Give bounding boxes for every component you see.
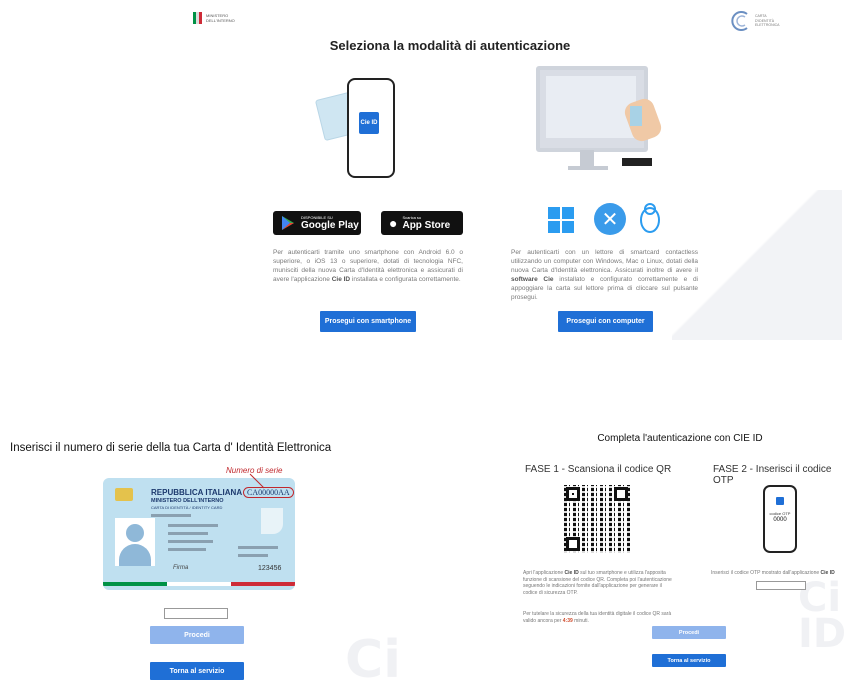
watermark-ci-left: Ci bbox=[345, 630, 401, 690]
validity-timer: 4:39 bbox=[562, 617, 573, 624]
otp-text-part1: Inserisci il codice OTP mostrato dall'ap… bbox=[711, 570, 821, 576]
ministry-logo: MINISTERO DELL'INTERNO bbox=[193, 12, 235, 24]
watermark-ci-right: Ci ID bbox=[798, 575, 847, 657]
otp-instructions: Inserisci il codice OTP mostrato dall'ap… bbox=[711, 570, 851, 577]
apple-icon: ● bbox=[389, 215, 398, 231]
card-line2: MINISTERO DELL'INTERNO bbox=[151, 498, 224, 504]
smartphone-desc-part2: installata e configurata correttamente. bbox=[350, 276, 461, 283]
qr-instructions: Apri l'applicazione Cie ID sul tuo smart… bbox=[523, 570, 673, 596]
smartphone-desc-bold: Cie ID bbox=[331, 276, 351, 283]
google-play-badge[interactable]: DISPONIBILE SU Google Play bbox=[273, 211, 361, 235]
id-card-image: REPUBBLICA ITALIANA CA00000AA MINISTERO … bbox=[103, 478, 295, 590]
phase1-title: FASE 1 - Scansiona il codice QR bbox=[525, 464, 672, 475]
computer-desc-bold: software Cie bbox=[511, 276, 554, 283]
card-photo bbox=[115, 518, 155, 566]
otp-proceed-button[interactable]: Procedi bbox=[652, 626, 726, 639]
validity-part2: minuti. bbox=[572, 617, 589, 624]
otp-back-button[interactable]: Torna al servizio bbox=[652, 654, 726, 667]
phase2-title: FASE 2 - Inserisci il codice OTP bbox=[713, 464, 832, 486]
phone-otp-label: codice OTP bbox=[769, 511, 791, 516]
card-number: 123456 bbox=[258, 565, 282, 572]
serial-pointer-line bbox=[249, 473, 265, 489]
google-play-icon bbox=[282, 216, 294, 230]
otp-input[interactable] bbox=[756, 581, 806, 590]
italy-flag-icon bbox=[193, 12, 202, 24]
google-big-text: Google Play bbox=[301, 220, 359, 231]
qr-code bbox=[564, 485, 630, 553]
otp-text-bold: Cie ID bbox=[820, 570, 835, 576]
cie-id-small-icon bbox=[776, 497, 784, 505]
cie-brand-logo: CARTA D'IDENTITÀ ELETTRONICA bbox=[730, 10, 780, 32]
app-store-badge[interactable]: ● Scarica su App Store bbox=[381, 211, 463, 235]
apple-big-text: App Store bbox=[402, 220, 451, 231]
complete-auth-title: Completa l'autenticazione con CIE ID bbox=[597, 433, 763, 444]
qr-text-part1: Apri l'applicazione bbox=[523, 570, 565, 576]
cie-c-icon bbox=[731, 11, 748, 31]
card-signature: Firma bbox=[173, 565, 189, 571]
computer-illustration bbox=[530, 62, 670, 192]
smartphone-illustration: Cie ID bbox=[314, 70, 425, 185]
qr-validity-text: Per tutelare la sicurezza della tua iden… bbox=[523, 611, 673, 624]
page-title: Seleziona la modalità di autenticazione bbox=[329, 38, 571, 53]
cie-id-app-icon: Cie ID bbox=[359, 112, 379, 134]
mac-os-icon: ✕ bbox=[594, 203, 626, 235]
card-line3: CARTA DI IDENTITÀ / IDENTITY CARD bbox=[151, 505, 223, 510]
proceed-computer-button[interactable]: Prosegui con computer bbox=[558, 311, 653, 332]
otp-phone-illustration: codice OTP 0000 bbox=[763, 485, 797, 553]
card-line1: REPUBBLICA ITALIANA bbox=[151, 488, 243, 497]
card-chip-icon bbox=[115, 488, 133, 501]
serial-number-input[interactable] bbox=[164, 608, 228, 619]
ministry-text-2: DELL'INTERNO bbox=[206, 18, 235, 23]
brand-text-3: ELETTRONICA bbox=[755, 23, 780, 28]
computer-desc-part1: Per autenticarti con un lettore di smart… bbox=[511, 249, 698, 274]
proceed-button[interactable]: Procedi bbox=[150, 626, 244, 644]
phone-otp-code: 0000 bbox=[773, 517, 787, 523]
validity-part1: Per tutelare la sicurezza della tua iden… bbox=[523, 611, 672, 624]
serial-title: Inserisci il numero di serie della tua C… bbox=[10, 442, 332, 454]
linux-icon bbox=[640, 203, 660, 233]
windows-icon bbox=[548, 207, 574, 233]
back-to-service-button[interactable]: Torna al servizio bbox=[150, 662, 244, 680]
computer-description: Per autenticarti con un lettore di smart… bbox=[511, 248, 698, 302]
smartphone-description: Per autenticarti tramite uno smartphone … bbox=[273, 248, 463, 284]
qr-text-bold: Cie ID bbox=[564, 570, 579, 576]
proceed-smartphone-button[interactable]: Prosegui con smartphone bbox=[320, 311, 416, 332]
